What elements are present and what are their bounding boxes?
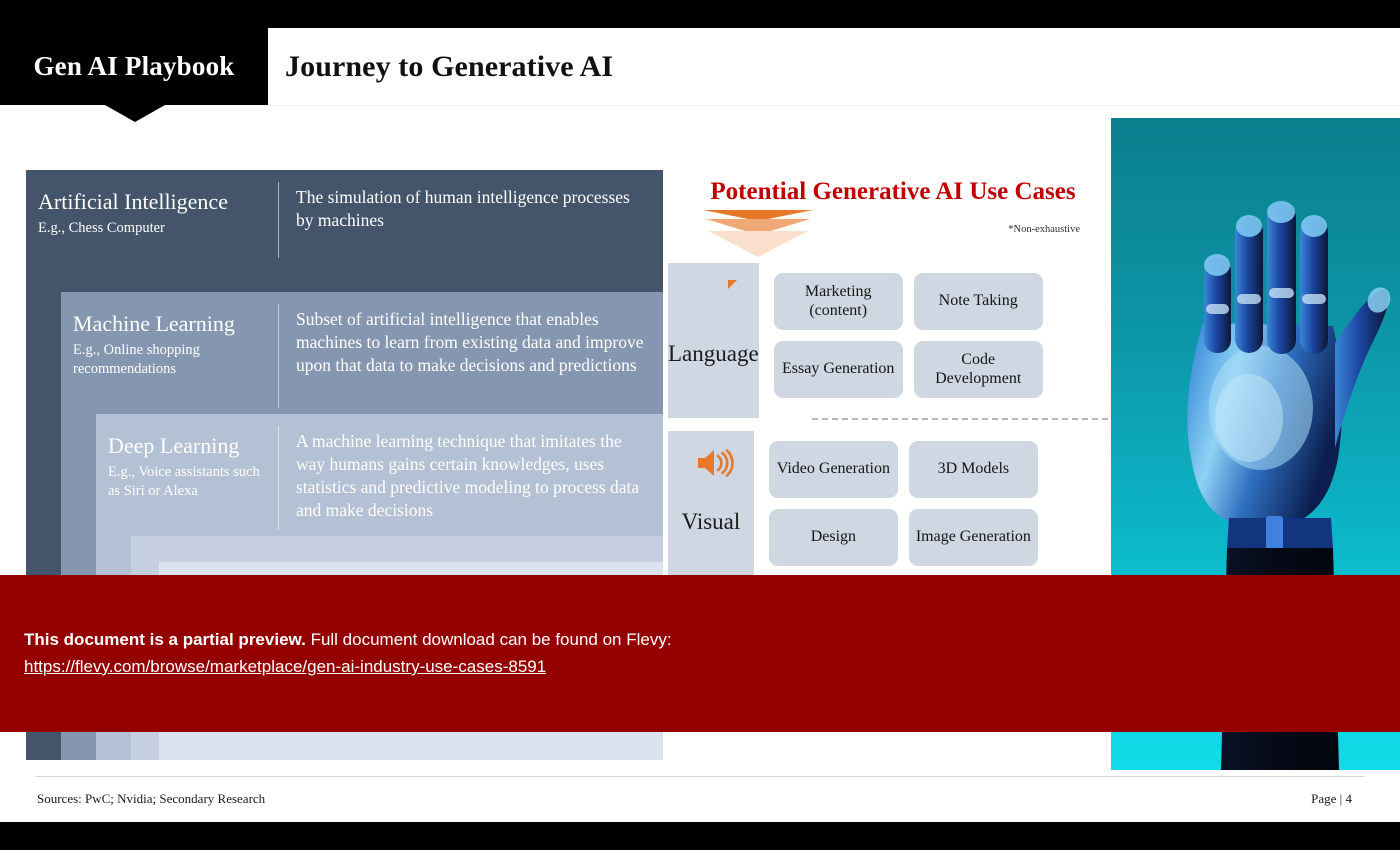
- use-case-card[interactable]: Image Generation: [908, 509, 1038, 566]
- header-divider: [268, 105, 1400, 106]
- use-case-separator: [812, 418, 1108, 420]
- use-case-card[interactable]: 3D Models: [908, 441, 1038, 498]
- brand-tab: Gen AI Playbook: [0, 28, 268, 105]
- preview-rest-text: Full document download can be found on F…: [305, 630, 672, 649]
- category-label-language: Language: [668, 340, 759, 366]
- speaker-icon: [696, 449, 736, 483]
- use-case-row-language: Language Marketing (content) Note Taking…: [668, 263, 1108, 418]
- use-case-row-visual: Visual Video Generation 3D Models Design…: [668, 431, 1108, 586]
- bottom-black-bar: [0, 822, 1400, 850]
- footer-page-number: Page | 4: [1311, 791, 1352, 806]
- slide: Gen AI Playbook Journey to Generative AI…: [0, 0, 1400, 850]
- use-case-category-visual: Visual: [668, 431, 754, 586]
- ai-layer-1-divider: [278, 182, 279, 258]
- use-case-category-language: Language: [668, 263, 759, 418]
- ai-layer-3-example: E.g., Voice assistants such as Siri or A…: [108, 464, 260, 499]
- non-exhaustive-note: *Non-exhaustive: [1008, 224, 1080, 235]
- preview-download-link[interactable]: https://flevy.com/browse/marketplace/gen…: [24, 657, 546, 677]
- use-cases-title: Potential Generative AI Use Cases: [710, 178, 1076, 205]
- ai-layer-1-example: E.g., Chess Computer: [38, 220, 165, 237]
- use-case-cards-language: Marketing (content) Note Taking Essay Ge…: [773, 263, 1108, 418]
- page-title: Journey to Generative AI: [285, 49, 614, 83]
- footer-divider: [35, 776, 1365, 777]
- ai-layer-2-title: Machine Learning: [73, 311, 235, 336]
- footer-sources: Sources: PwC; Nvidia; Secondary Research: [37, 791, 266, 806]
- use-case-card[interactable]: Essay Generation: [773, 341, 903, 398]
- category-label-visual: Visual: [681, 508, 741, 534]
- preview-text: This document is a partial preview. Full…: [24, 630, 672, 650]
- use-case-card[interactable]: Note Taking: [913, 273, 1043, 330]
- ai-layer-3-divider: [278, 426, 279, 530]
- ai-layer-1-title: Artificial Intelligence: [38, 189, 228, 214]
- ai-layer-3-title: Deep Learning: [108, 433, 240, 458]
- top-black-bar: [0, 0, 1400, 28]
- use-case-card[interactable]: Design: [768, 509, 898, 566]
- use-case-card[interactable]: Marketing (content): [773, 273, 903, 330]
- chevron-down-icon: [703, 210, 813, 257]
- preview-banner: This document is a partial preview. Full…: [0, 575, 1400, 732]
- use-case-card[interactable]: Video Generation: [768, 441, 898, 498]
- ai-layer-2-divider: [278, 304, 279, 408]
- use-case-card[interactable]: Code Development: [913, 341, 1043, 398]
- preview-bold-text: This document is a partial preview.: [24, 630, 306, 649]
- use-case-cards-visual: Video Generation 3D Models Design Image …: [768, 431, 1108, 586]
- ai-layer-2-example: E.g., Online shopping recommendations: [73, 342, 200, 377]
- brand-tab-notch: [105, 105, 165, 122]
